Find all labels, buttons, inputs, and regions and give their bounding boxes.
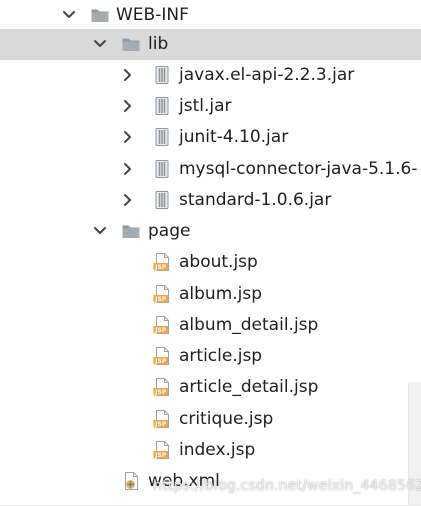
tree-item-label: WEB-INF bbox=[116, 5, 189, 25]
folder-icon bbox=[122, 225, 140, 238]
project-tree: WEB-INF lib javax.el-api-2.2.3.jar jstl.… bbox=[0, 0, 421, 506]
tree-row-jsp[interactable]: JSP album_detail.jsp bbox=[0, 310, 421, 341]
tree-item-label: index.jsp bbox=[179, 440, 256, 460]
jsp-file-icon: JSP bbox=[153, 253, 169, 271]
jar-icon bbox=[155, 191, 169, 209]
chevron-right-icon[interactable] bbox=[121, 130, 135, 144]
tree-item-label: album_detail.jsp bbox=[179, 315, 319, 335]
watermark: https://blog.csdn.net/weixin_44685629 bbox=[153, 478, 421, 494]
tree-row-jar[interactable]: junit-4.10.jar bbox=[0, 122, 421, 153]
jar-icon bbox=[155, 97, 169, 115]
xml-file-icon bbox=[125, 472, 138, 490]
chevron-right-icon[interactable] bbox=[121, 193, 135, 207]
tree-row-jar[interactable]: standard-1.0.6.jar bbox=[0, 185, 421, 216]
tree-item-label: article.jsp bbox=[179, 346, 263, 366]
tree-item-label: lib bbox=[148, 34, 169, 54]
tree-row-jar[interactable]: mysql-connector-java-5.1.6- bbox=[0, 154, 421, 185]
tree-row-jar[interactable]: jstl.jar bbox=[0, 91, 421, 122]
svg-text:JSP: JSP bbox=[154, 389, 167, 396]
jsp-file-icon: JSP bbox=[153, 441, 169, 459]
tree-row-jsp[interactable]: JSP critique.jsp bbox=[0, 404, 421, 435]
tree-item-label: standard-1.0.6.jar bbox=[179, 190, 332, 210]
chevron-right-icon[interactable] bbox=[121, 162, 135, 176]
chevron-right-icon[interactable] bbox=[121, 99, 135, 113]
tree-row-lib[interactable]: lib bbox=[0, 29, 421, 60]
svg-text:JSP: JSP bbox=[154, 452, 167, 459]
tree-row-page[interactable]: page bbox=[0, 216, 421, 247]
tree-item-label: album.jsp bbox=[179, 284, 263, 304]
chevron-down-icon[interactable] bbox=[62, 8, 76, 22]
tree-row-web-inf[interactable]: WEB-INF bbox=[0, 0, 421, 31]
jsp-file-icon: JSP bbox=[153, 378, 169, 396]
jar-icon bbox=[155, 66, 169, 84]
tree-row-jsp[interactable]: JSP about.jsp bbox=[0, 247, 421, 278]
jsp-file-icon: JSP bbox=[153, 347, 169, 365]
tree-row-jsp[interactable]: JSP article.jsp bbox=[0, 341, 421, 372]
tree-item-label: page bbox=[148, 221, 191, 241]
folder-icon bbox=[122, 38, 140, 51]
svg-text:JSP: JSP bbox=[154, 327, 167, 334]
tree-item-label: article_detail.jsp bbox=[179, 377, 319, 397]
chevron-right-icon[interactable] bbox=[121, 68, 135, 82]
tree-row-jsp[interactable]: JSP article_detail.jsp bbox=[0, 372, 421, 403]
tree-item-label: mysql-connector-java-5.1.6- bbox=[179, 159, 418, 179]
tree-item-label: about.jsp bbox=[179, 252, 258, 272]
svg-text:JSP: JSP bbox=[154, 358, 167, 365]
jar-icon bbox=[155, 128, 169, 146]
jar-icon bbox=[155, 160, 169, 178]
tree-row-jsp[interactable]: JSP album.jsp bbox=[0, 279, 421, 310]
svg-text:JSP: JSP bbox=[154, 296, 167, 303]
folder-icon bbox=[91, 9, 109, 22]
jsp-file-icon: JSP bbox=[153, 410, 169, 428]
tree-item-label: junit-4.10.jar bbox=[179, 127, 289, 147]
svg-text:JSP: JSP bbox=[154, 264, 167, 271]
chevron-down-icon[interactable] bbox=[93, 37, 107, 51]
tree-item-label: javax.el-api-2.2.3.jar bbox=[179, 65, 355, 85]
tree-item-label: critique.jsp bbox=[179, 409, 274, 429]
tree-row-jsp[interactable]: JSP index.jsp bbox=[0, 435, 421, 466]
tree-item-label: jstl.jar bbox=[179, 96, 232, 116]
tree-row-jar[interactable]: javax.el-api-2.2.3.jar bbox=[0, 60, 421, 91]
chevron-down-icon[interactable] bbox=[93, 224, 107, 238]
jsp-file-icon: JSP bbox=[153, 285, 169, 303]
jsp-file-icon: JSP bbox=[153, 316, 169, 334]
svg-text:JSP: JSP bbox=[154, 421, 167, 428]
